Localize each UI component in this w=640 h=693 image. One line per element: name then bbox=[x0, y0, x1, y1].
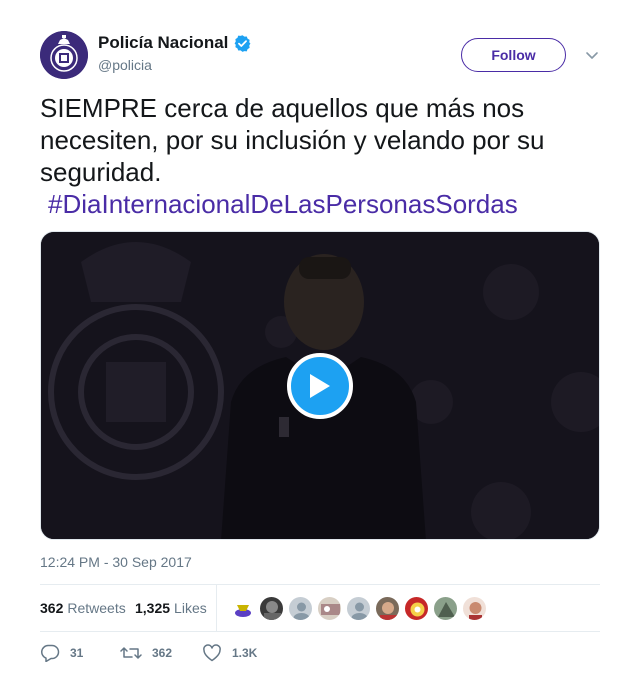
chevron-down-icon[interactable] bbox=[585, 48, 599, 62]
play-button[interactable] bbox=[287, 353, 353, 419]
reply-button[interactable]: 31 bbox=[40, 644, 83, 662]
stats-divider bbox=[216, 585, 217, 631]
account-avatar[interactable] bbox=[40, 31, 88, 79]
retweet-icon bbox=[120, 647, 142, 659]
likes-count: 1,325 bbox=[135, 600, 171, 616]
play-icon bbox=[310, 374, 330, 398]
tweet-stats: 362 Retweets 1,325 Likes bbox=[40, 584, 600, 632]
like-count: 1.3K bbox=[232, 646, 258, 660]
liker-avatar[interactable] bbox=[317, 596, 342, 621]
liker-avatar[interactable] bbox=[230, 596, 255, 621]
retweet-count: 362 bbox=[152, 646, 173, 660]
likes-label: Likes bbox=[174, 600, 207, 616]
display-name-text: Policía Nacional bbox=[98, 33, 229, 52]
tweet-timestamp[interactable]: 12:24 PM - 30 Sep 2017 bbox=[40, 554, 192, 570]
verified-badge-icon bbox=[234, 34, 251, 52]
liker-avatar[interactable] bbox=[259, 596, 284, 621]
account-display-name[interactable]: Policía Nacional bbox=[98, 33, 252, 53]
retweets-label: Retweets bbox=[67, 600, 126, 616]
hashtag-link[interactable]: #DiaInternacionalDeLasPersonasSordas bbox=[40, 188, 600, 220]
police-badge-icon bbox=[40, 31, 88, 79]
tweet-actions: 31 362 1.3K bbox=[40, 640, 600, 666]
liker-avatar[interactable] bbox=[375, 596, 400, 621]
liker-avatar[interactable] bbox=[288, 596, 313, 621]
account-names: Policía Nacional @policia bbox=[98, 33, 252, 73]
retweets-count: 362 bbox=[40, 600, 64, 616]
reply-icon bbox=[40, 644, 60, 662]
tweet-header: Policía Nacional @policia Follow bbox=[40, 31, 600, 79]
follow-button[interactable]: Follow bbox=[461, 38, 566, 72]
liker-avatar[interactable] bbox=[462, 596, 487, 621]
likes-stat[interactable]: 1,325 Likes bbox=[135, 600, 207, 616]
like-button[interactable]: 1.3K bbox=[202, 644, 257, 662]
account-handle[interactable]: @policia bbox=[98, 57, 252, 73]
heart-icon bbox=[203, 644, 221, 662]
liker-avatar[interactable] bbox=[404, 596, 429, 621]
liker-avatar[interactable] bbox=[346, 596, 371, 621]
video-player[interactable] bbox=[40, 231, 600, 540]
liker-avatar[interactable] bbox=[433, 596, 458, 621]
tweet-text: SIEMPRE cerca de aquellos que más nos ne… bbox=[40, 92, 600, 220]
retweet-button[interactable]: 362 bbox=[120, 644, 172, 662]
retweets-stat[interactable]: 362 Retweets bbox=[40, 600, 126, 616]
reply-count: 31 bbox=[70, 646, 84, 660]
tweet-body: SIEMPRE cerca de aquellos que más nos ne… bbox=[40, 93, 545, 187]
